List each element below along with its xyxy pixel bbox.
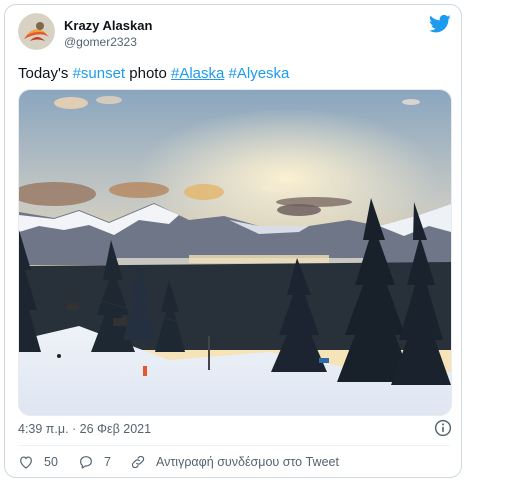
tweet-text-prefix: Today's bbox=[18, 65, 73, 82]
like-count: 50 bbox=[44, 455, 58, 469]
copy-link-button[interactable]: Αντιγραφή συνδέσμου στο Tweet bbox=[130, 454, 339, 470]
tweet-card[interactable]: Krazy Alaskan @gomer2323 Today's #sunset… bbox=[4, 4, 462, 478]
twitter-bird-icon[interactable] bbox=[429, 14, 451, 34]
reply-count: 7 bbox=[104, 455, 111, 469]
tweet-text-middle: photo bbox=[125, 65, 171, 82]
hashtag-alaska[interactable]: #Alaska bbox=[171, 65, 224, 82]
reply-button[interactable]: 7 bbox=[78, 454, 111, 470]
tweet-photo[interactable] bbox=[18, 89, 452, 416]
copy-link-label: Αντιγραφή συνδέσμου στο Tweet bbox=[156, 455, 339, 469]
user-handle[interactable]: @gomer2323 bbox=[64, 35, 137, 49]
action-bar: 50 7 Αντιγραφή συνδέσμου στο Tweet bbox=[18, 454, 458, 474]
like-button[interactable]: 50 bbox=[18, 454, 58, 470]
reply-icon bbox=[80, 456, 92, 469]
tweet-text: Today's #sunset photo #Alaska #Alyeska bbox=[18, 65, 289, 82]
heart-icon bbox=[20, 456, 32, 469]
avatar[interactable] bbox=[18, 13, 55, 50]
hashtag-sunset[interactable]: #sunset bbox=[73, 65, 126, 82]
divider bbox=[18, 445, 450, 446]
link-icon bbox=[131, 455, 145, 469]
hashtag-alyeska[interactable]: #Alyeska bbox=[229, 65, 290, 82]
info-icon[interactable] bbox=[434, 419, 452, 437]
tweet-timestamp[interactable]: 4:39 π.μ. · 26 Φεβ 2021 bbox=[18, 422, 151, 436]
display-name[interactable]: Krazy Alaskan bbox=[64, 18, 152, 33]
